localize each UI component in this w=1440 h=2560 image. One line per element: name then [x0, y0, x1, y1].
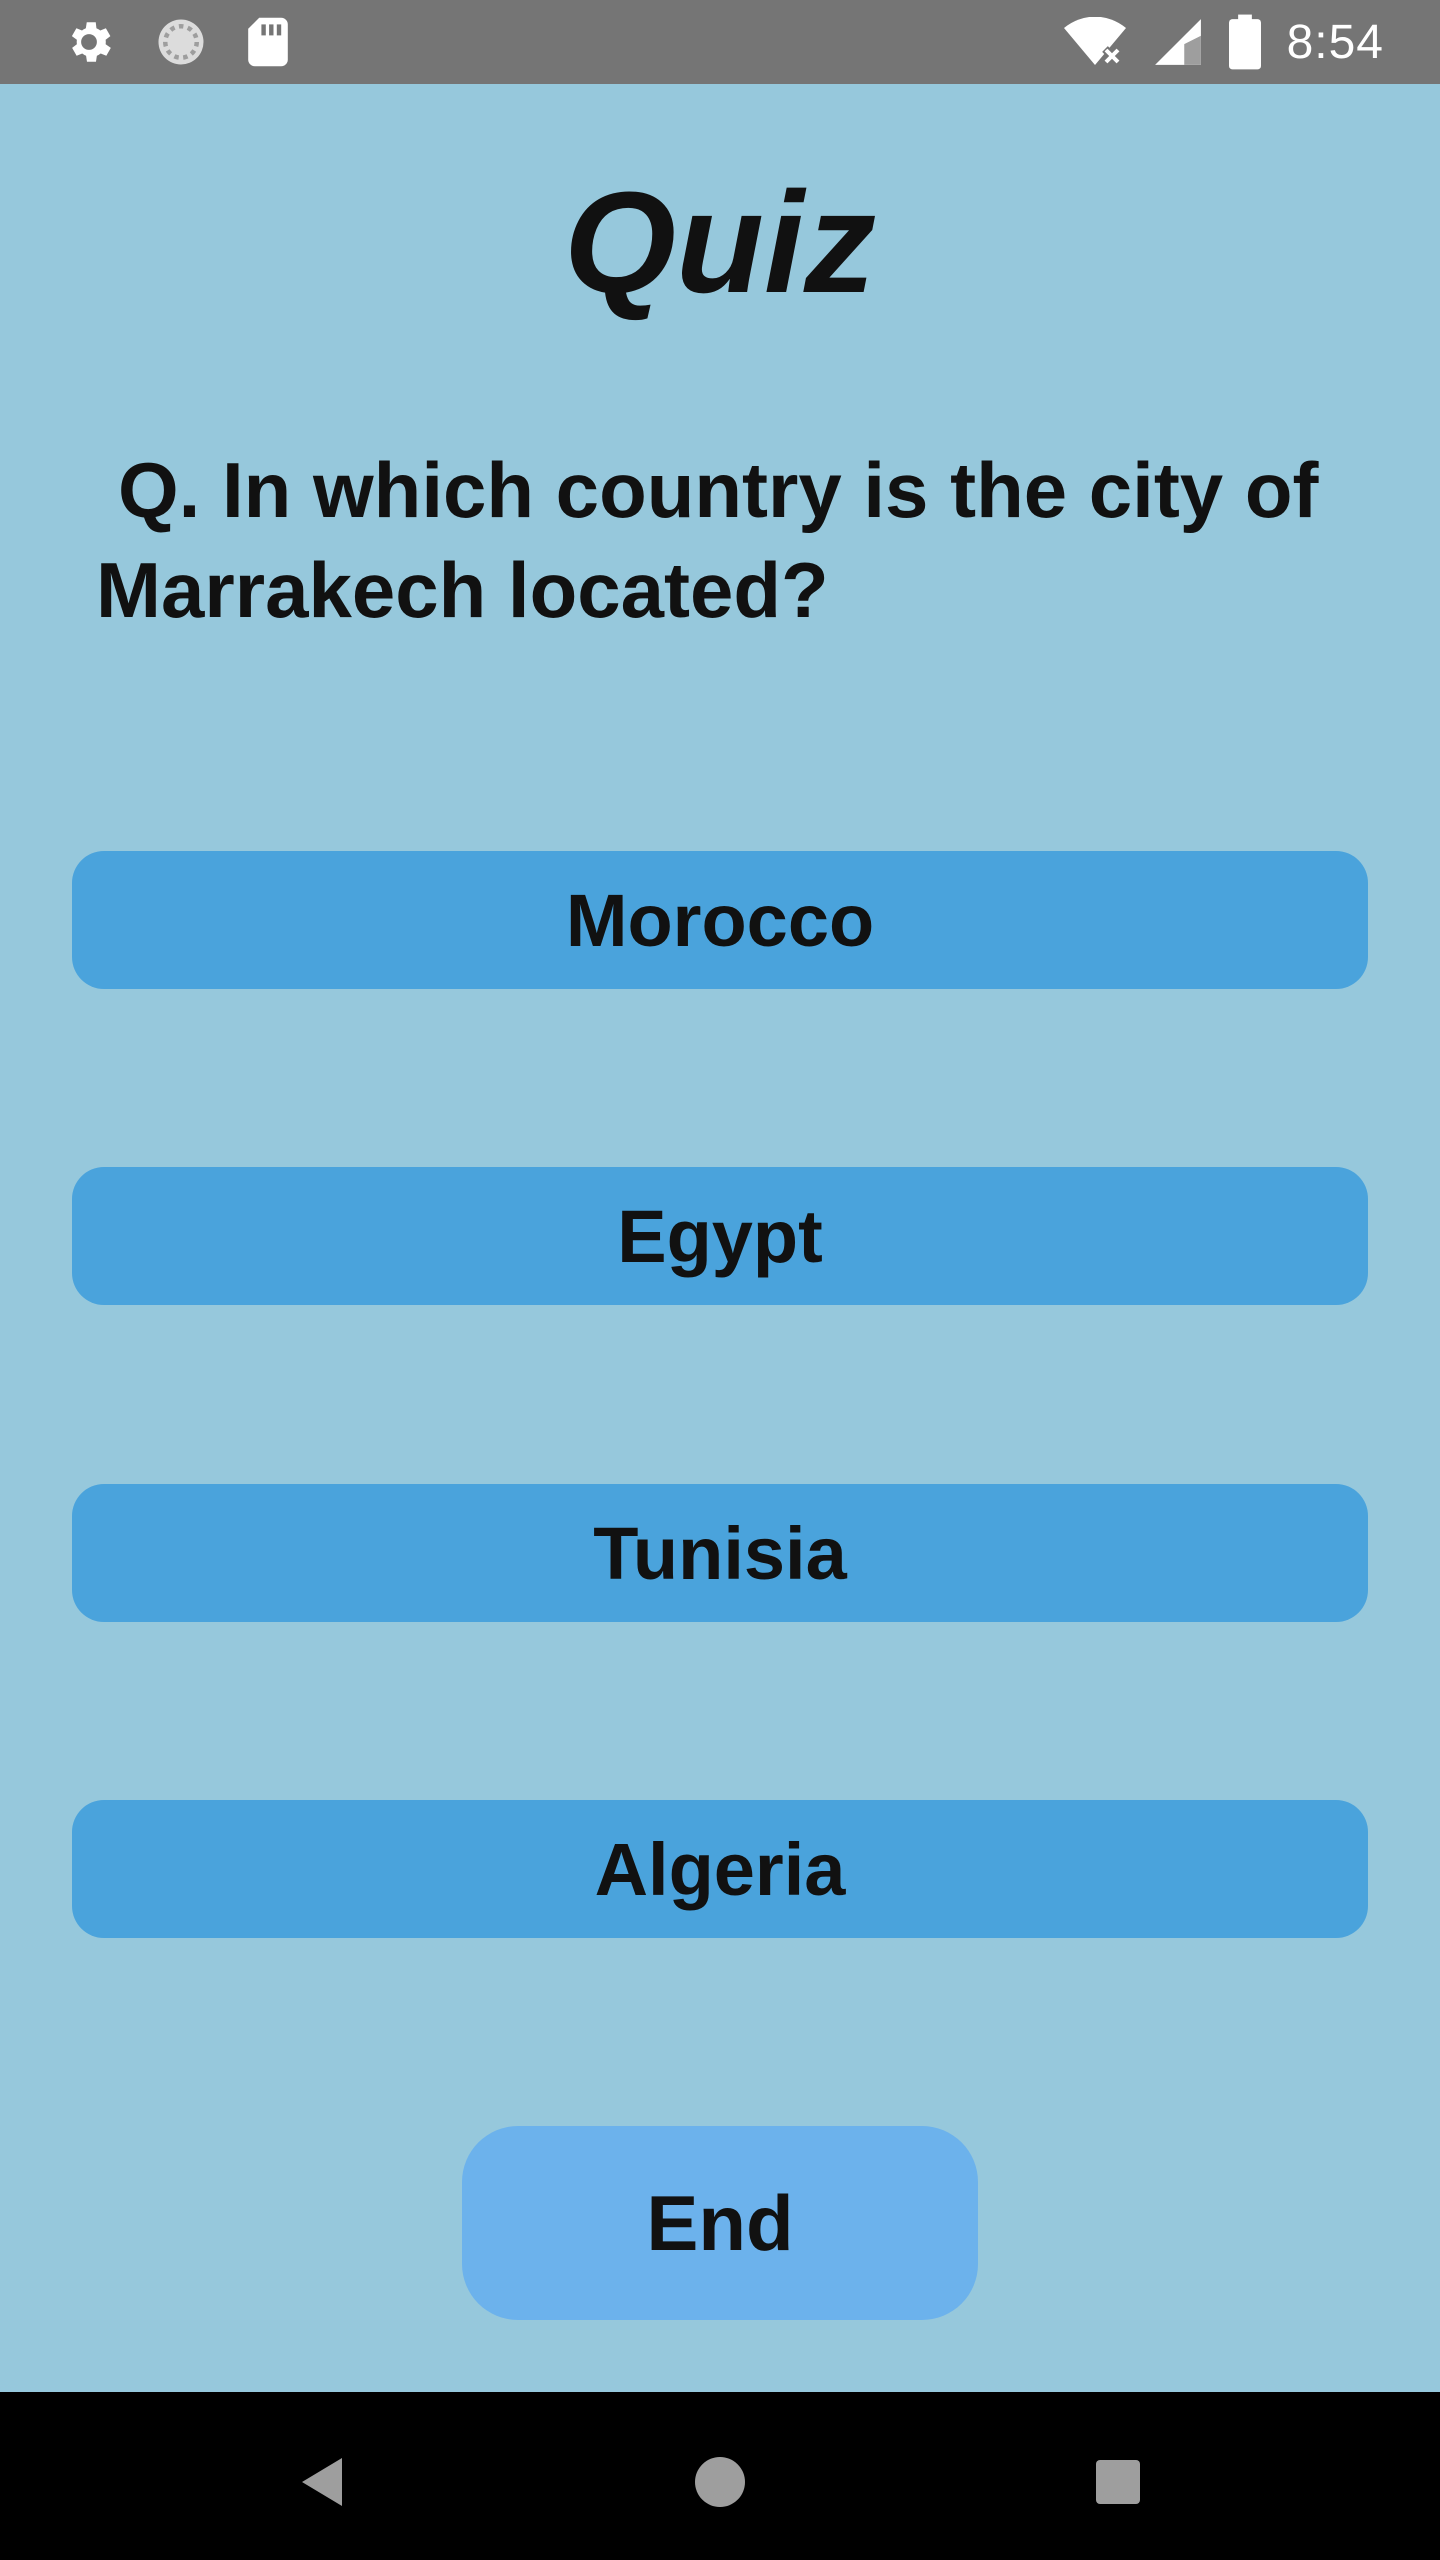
status-bar: 8:54: [0, 0, 1440, 84]
answer-button-3[interactable]: Tunisia: [72, 1484, 1368, 1622]
signal-icon: [1154, 19, 1201, 65]
home-button[interactable]: [670, 2432, 770, 2532]
back-button[interactable]: [272, 2432, 372, 2532]
wifi-icon: [1063, 17, 1126, 66]
battery-icon: [1228, 14, 1261, 70]
page-title: Quiz: [564, 162, 876, 323]
status-bar-left: [62, 14, 290, 70]
answer-button-1[interactable]: Morocco: [72, 851, 1368, 989]
status-bar-right: 8:54: [1063, 14, 1384, 70]
home-icon: [695, 2457, 745, 2507]
recents-icon: [1096, 2460, 1140, 2504]
answer-button-2[interactable]: Egypt: [72, 1167, 1368, 1305]
end-button[interactable]: End: [462, 2126, 978, 2320]
sync-icon: [158, 19, 204, 65]
answer-button-4[interactable]: Algeria: [72, 1800, 1368, 1938]
back-icon: [302, 2458, 342, 2506]
status-time: 8:54: [1286, 15, 1384, 69]
question-text: Q. In which country is the city of Marra…: [96, 446, 1319, 634]
navigation-bar: [0, 2392, 1440, 2560]
recents-button[interactable]: [1068, 2432, 1168, 2532]
settings-icon: [71, 22, 111, 62]
sd-card-icon: [248, 17, 288, 67]
